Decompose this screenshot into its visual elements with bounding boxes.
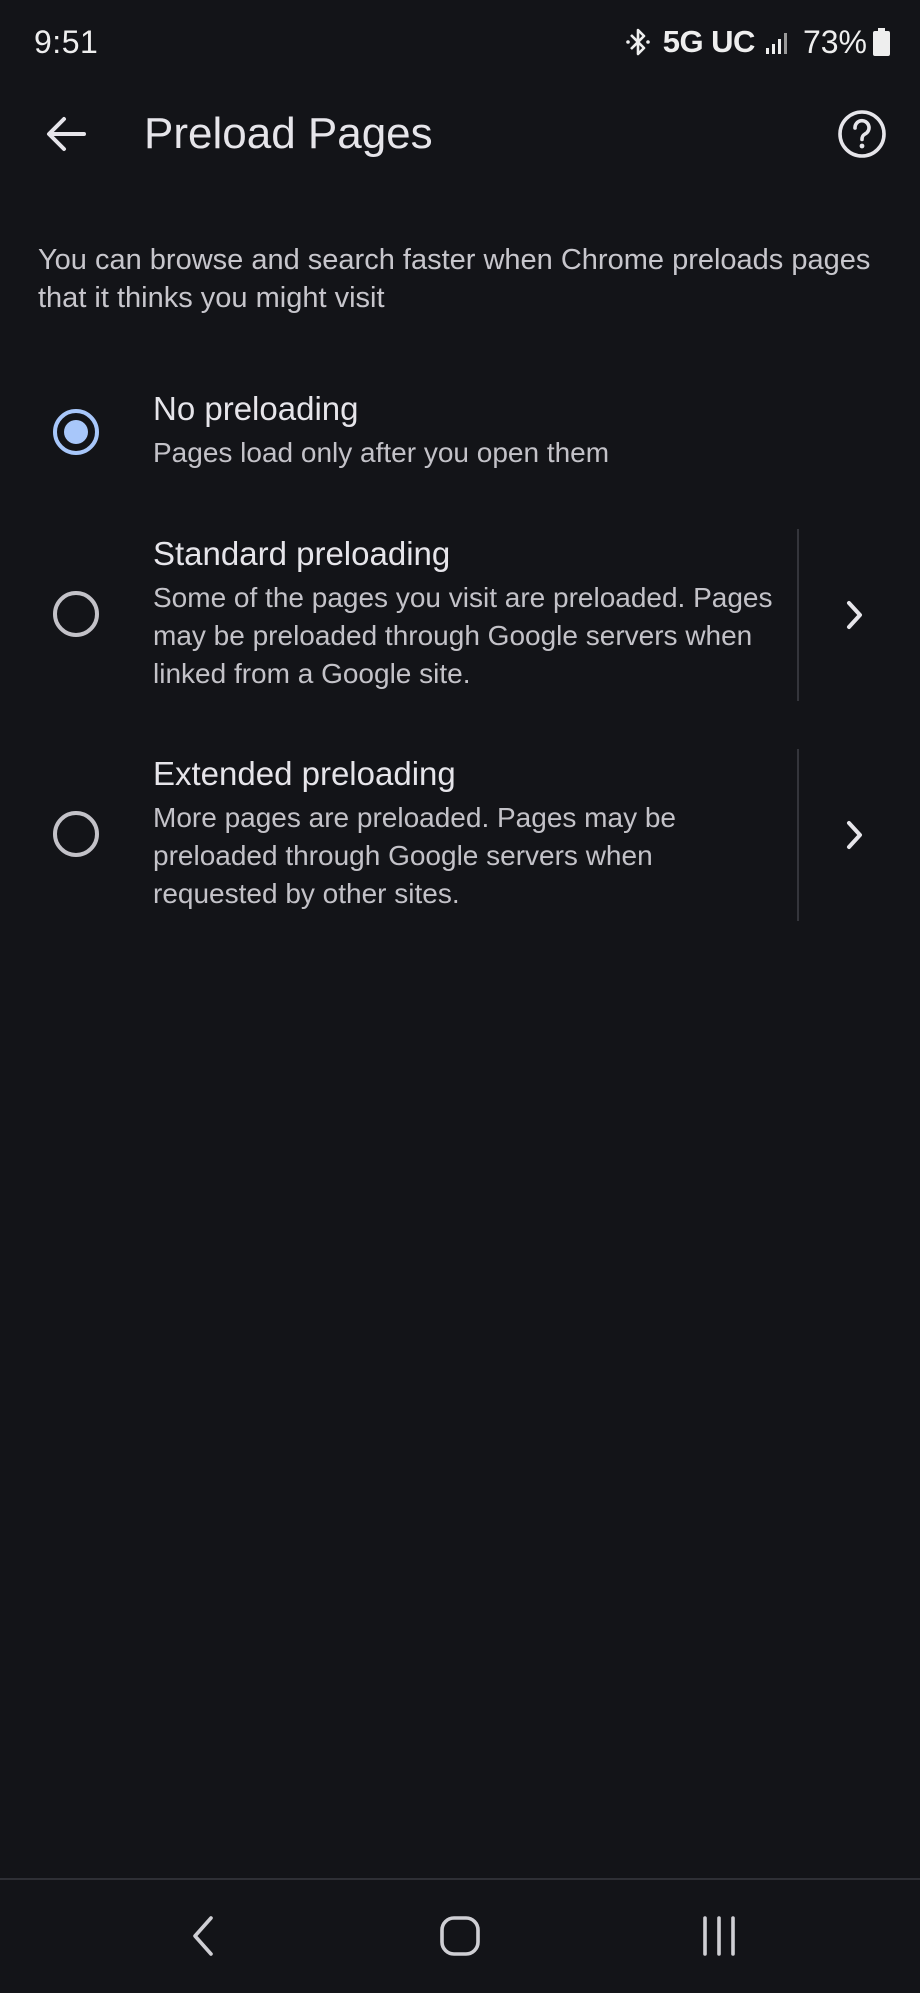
chevron-right-icon xyxy=(847,821,862,849)
battery-percent: 73% xyxy=(802,23,867,60)
nav-back-icon xyxy=(193,1916,213,1956)
chevron-right-icon xyxy=(847,601,862,629)
back-button[interactable] xyxy=(38,106,94,162)
option-description: Some of the pages you visit are preloade… xyxy=(153,582,773,689)
signal-icon xyxy=(765,33,787,54)
radio-unselected-icon[interactable] xyxy=(52,810,100,858)
vertical-divider xyxy=(797,749,799,921)
system-nav-bar xyxy=(0,1880,920,1993)
nav-back-button[interactable] xyxy=(164,1904,244,1968)
status-bar: 9:51 5G UC 73% xyxy=(0,0,920,86)
nav-home-button[interactable] xyxy=(420,1904,500,1968)
status-indicators: 5G UC 73% xyxy=(625,22,890,62)
radio-unselected-icon[interactable] xyxy=(52,590,100,638)
standard-preloading-details-button[interactable] xyxy=(820,580,890,650)
arrow-back-icon xyxy=(47,117,86,151)
option-extended-preloading[interactable]: Extended preloading More pages are prelo… xyxy=(0,749,920,923)
extended-preloading-details-button[interactable] xyxy=(820,800,890,870)
radio-selected-icon[interactable] xyxy=(52,408,100,456)
vertical-divider xyxy=(797,529,799,701)
bluetooth-icon xyxy=(625,28,650,56)
app-bar: Preload Pages xyxy=(0,86,920,182)
option-description: More pages are preloaded. Pages may be p… xyxy=(153,802,676,909)
option-title: Extended preloading xyxy=(153,755,456,792)
option-title: No preloading xyxy=(153,390,359,427)
option-text: Standard preloading Some of the pages yo… xyxy=(153,533,773,693)
nav-recents-icon xyxy=(703,1916,735,1956)
option-text: Extended preloading More pages are prelo… xyxy=(153,753,773,913)
option-no-preloading[interactable]: No preloading Pages load only after you … xyxy=(0,388,920,498)
nav-recents-button[interactable] xyxy=(679,1904,759,1968)
nav-home-icon xyxy=(440,1916,480,1956)
status-time: 9:51 xyxy=(34,24,99,60)
battery-icon xyxy=(873,28,890,56)
help-button[interactable] xyxy=(834,106,890,162)
option-text: No preloading Pages load only after you … xyxy=(153,388,773,472)
help-circle-icon xyxy=(838,110,886,158)
network-type: 5G UC xyxy=(662,24,756,59)
option-standard-preloading[interactable]: Standard preloading Some of the pages yo… xyxy=(0,529,920,703)
page-title: Preload Pages xyxy=(144,109,433,158)
option-description: Pages load only after you open them xyxy=(153,437,610,468)
page-description: You can browse and search faster when Ch… xyxy=(38,244,871,314)
option-title: Standard preloading xyxy=(153,535,451,572)
